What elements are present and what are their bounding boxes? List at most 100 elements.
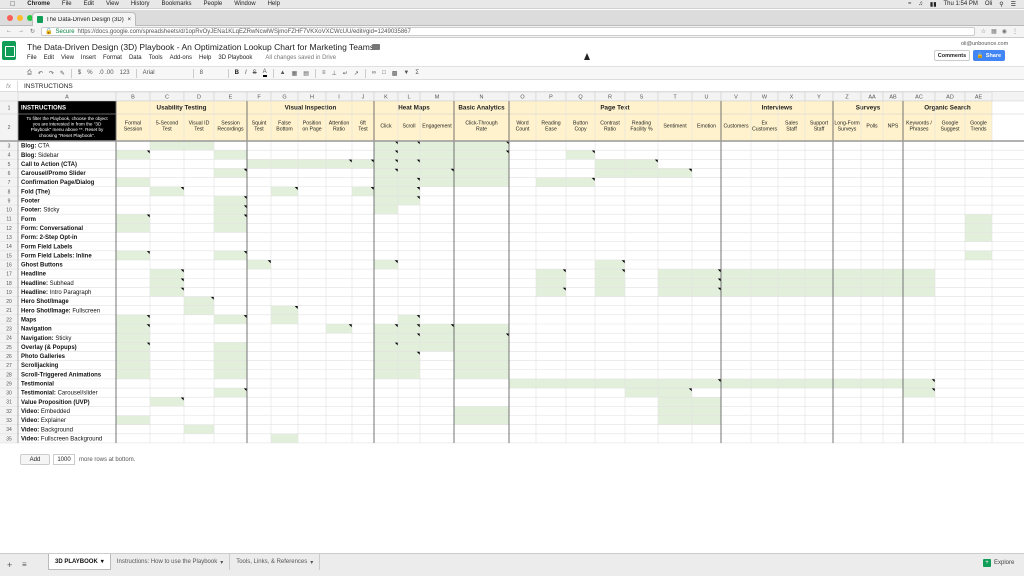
object-label[interactable]: Video: Fullscreen Background — [21, 436, 102, 442]
object-label[interactable]: Blog: CTA — [21, 144, 50, 150]
highlight-cell[interactable] — [454, 159, 509, 169]
object-label[interactable]: Call to Action (CTA) — [21, 162, 77, 168]
highlight-cell[interactable] — [566, 177, 595, 187]
search-icon[interactable]: ⚲ — [999, 1, 1003, 8]
highlight-cell[interactable] — [374, 259, 398, 270]
highlight-cell[interactable] — [184, 296, 214, 306]
apple-icon[interactable]:  — [0, 1, 21, 8]
highlight-cell[interactable] — [420, 150, 454, 160]
highlight-cell[interactable] — [214, 205, 247, 215]
highlight-cell[interactable] — [536, 287, 566, 297]
os-menu-people[interactable]: People — [198, 1, 229, 7]
font-family-select[interactable]: Arial — [143, 70, 187, 76]
highlight-cell[interactable] — [398, 333, 420, 343]
highlight-cell[interactable] — [184, 141, 214, 151]
os-menu-history[interactable]: History — [125, 1, 156, 7]
highlight-cell[interactable] — [965, 223, 992, 233]
wrap-icon[interactable]: ↵ — [343, 70, 348, 77]
object-label[interactable]: Hero Shot/Image — [21, 299, 69, 305]
object-label[interactable]: Fold (The) — [21, 189, 50, 195]
highlight-cell[interactable] — [903, 388, 935, 398]
highlight-cell[interactable] — [398, 342, 420, 352]
highlight-cell[interactable] — [566, 378, 595, 389]
undo-icon[interactable]: ↶ — [38, 70, 43, 77]
highlight-cell[interactable] — [805, 287, 833, 297]
highlight-cell[interactable] — [536, 378, 566, 389]
highlight-cell[interactable] — [536, 269, 566, 279]
print-icon[interactable]: ⎙ — [27, 70, 32, 77]
highlight-cell[interactable] — [536, 278, 566, 288]
highlight-cell[interactable] — [658, 406, 692, 416]
more-formats-button[interactable]: 123 — [120, 70, 130, 76]
highlight-cell[interactable] — [805, 269, 833, 279]
highlight-cell[interactable] — [352, 186, 374, 196]
highlight-cell[interactable] — [883, 378, 903, 389]
highlight-cell[interactable] — [903, 269, 935, 279]
highlight-cell[interactable] — [398, 177, 420, 187]
highlight-cell[interactable] — [658, 168, 692, 178]
dropdown-arrow-icon[interactable]: ▾ — [101, 558, 104, 565]
object-label[interactable]: Navigation: Sticky — [21, 336, 71, 342]
highlight-cell[interactable] — [420, 342, 454, 352]
highlight-cell[interactable] — [374, 205, 398, 215]
highlight-cell[interactable] — [326, 159, 352, 169]
menu-format[interactable]: Format — [103, 55, 122, 61]
highlight-cell[interactable] — [116, 369, 150, 379]
highlight-cell[interactable] — [721, 278, 751, 288]
borders-icon[interactable]: ▦ — [292, 70, 298, 77]
object-label[interactable]: Footer: Sticky — [21, 208, 59, 214]
highlight-cell[interactable] — [150, 287, 184, 297]
highlight-cell[interactable] — [658, 269, 692, 279]
highlight-cell[interactable] — [454, 342, 509, 352]
sheet-tab-instructions[interactable]: Instructions: How to use the Playbook ▾ — [111, 554, 231, 570]
highlight-cell[interactable] — [150, 186, 184, 196]
highlight-cell[interactable] — [861, 378, 883, 389]
highlight-cell[interactable] — [658, 287, 692, 297]
highlight-cell[interactable] — [298, 159, 326, 169]
object-label[interactable]: Video: Embedded — [21, 409, 70, 415]
highlight-cell[interactable] — [595, 168, 625, 178]
highlight-cell[interactable] — [625, 168, 658, 178]
highlight-cell[interactable] — [214, 342, 247, 352]
highlight-cell[interactable] — [374, 168, 398, 178]
highlight-cell[interactable] — [454, 333, 509, 343]
highlight-cell[interactable] — [658, 278, 692, 288]
object-label[interactable]: Testimonial: Carousel/slider — [21, 391, 98, 397]
object-label[interactable]: Blog: Sidebar — [21, 153, 59, 159]
user-name[interactable]: Oli — [985, 1, 992, 7]
highlight-cell[interactable] — [271, 305, 298, 315]
object-label[interactable]: Form Field Labels — [21, 244, 73, 250]
highlight-cell[interactable] — [595, 259, 625, 270]
highlight-cell[interactable] — [214, 388, 247, 398]
extension-icon-2[interactable]: ◉ — [1002, 28, 1007, 35]
highlight-cell[interactable] — [883, 278, 903, 288]
highlight-cell[interactable] — [214, 351, 247, 361]
highlight-cell[interactable] — [398, 141, 420, 151]
highlight-cell[interactable] — [692, 287, 721, 297]
highlight-cell[interactable] — [214, 369, 247, 379]
object-label[interactable]: Carousel/Promo Slider — [21, 171, 86, 177]
minimize-window-icon[interactable] — [17, 15, 23, 21]
highlight-cell[interactable] — [398, 314, 420, 324]
app-menu[interactable]: Chrome — [21, 1, 56, 7]
highlight-cell[interactable] — [374, 150, 398, 160]
highlight-cell[interactable] — [184, 305, 214, 315]
sheets-logo-icon[interactable] — [2, 41, 16, 60]
highlight-cell[interactable] — [805, 278, 833, 288]
insert-chart-icon[interactable]: ▩ — [392, 70, 398, 77]
text-color-button[interactable]: A — [262, 69, 267, 77]
highlight-cell[interactable] — [420, 141, 454, 151]
highlight-cell[interactable] — [420, 159, 454, 169]
object-label[interactable]: Value Proposition (UVP) — [21, 400, 90, 406]
highlight-cell[interactable] — [247, 159, 271, 169]
highlight-cell[interactable] — [751, 378, 778, 389]
highlight-cell[interactable] — [116, 415, 150, 425]
align-left-icon[interactable]: ≡ — [322, 70, 326, 76]
object-label[interactable]: Video: Background — [21, 427, 73, 433]
object-label[interactable]: Headline: Subhead — [21, 281, 74, 287]
highlight-cell[interactable] — [150, 278, 184, 288]
highlight-cell[interactable] — [454, 415, 509, 425]
highlight-cell[interactable] — [374, 141, 398, 151]
highlight-cell[interactable] — [833, 378, 861, 389]
highlight-cell[interactable] — [214, 150, 247, 160]
